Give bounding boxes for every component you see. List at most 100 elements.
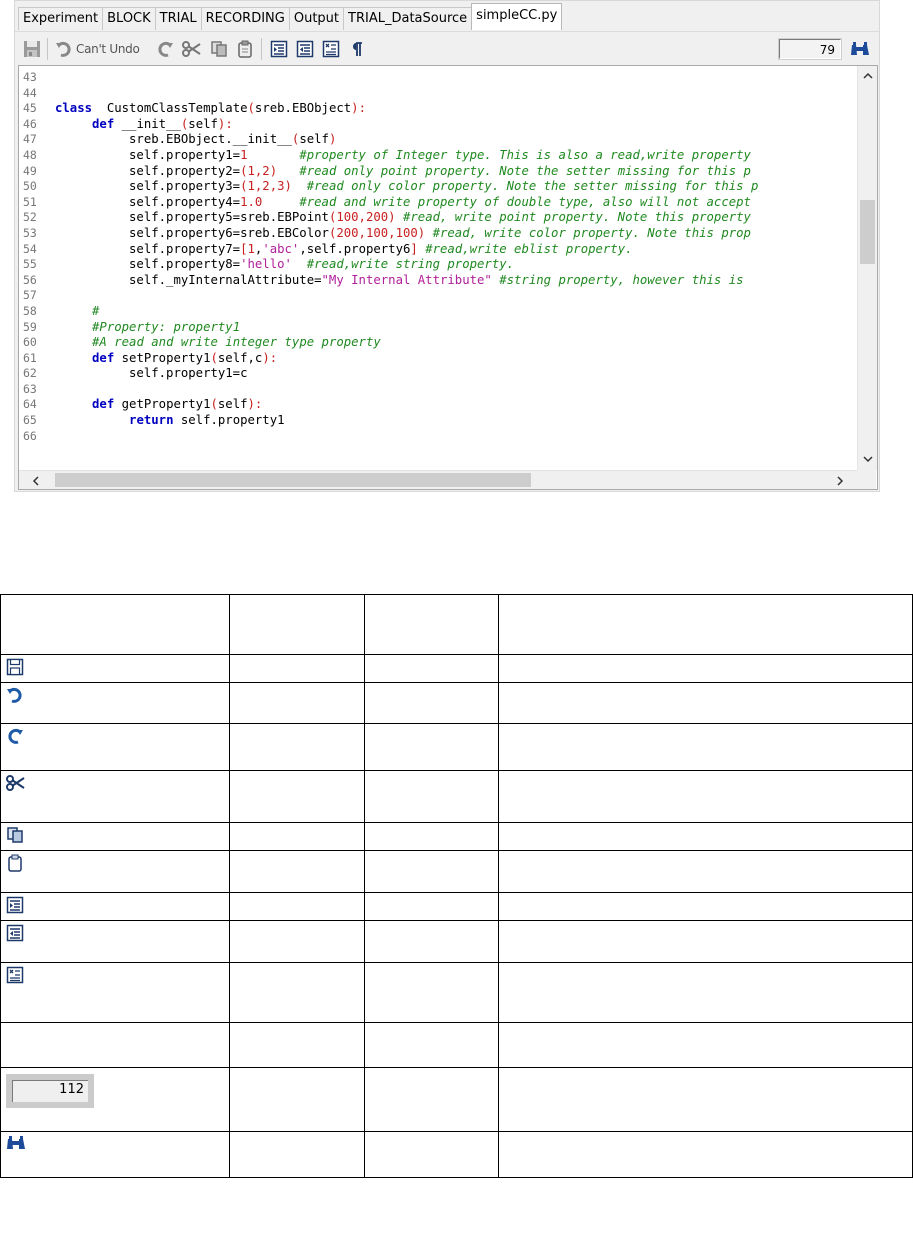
tab-output[interactable]: Output [288, 7, 345, 30]
toolbar-separator [47, 38, 48, 60]
tab-trial-datasource[interactable]: TRIAL_DataSource [343, 7, 473, 30]
description-cell [498, 850, 913, 893]
code-token: ) [388, 210, 396, 225]
scroll-down-arrow-icon[interactable] [859, 451, 876, 468]
code-line[interactable]: def getProperty1(self): [55, 397, 858, 413]
line-number: 58 [23, 303, 37, 318]
code-line[interactable]: self.property6=sreb.EBColor(200,100,100)… [55, 226, 858, 242]
tab-recording[interactable]: RECORDING [200, 7, 290, 30]
tab-experiment[interactable]: Experiment [18, 7, 104, 30]
description-cell [229, 892, 365, 921]
code-token: #read,write eblist property. [425, 241, 633, 256]
description-cell [363, 892, 500, 921]
outdent-button[interactable] [295, 38, 315, 60]
tab-trial[interactable]: TRIAL [154, 7, 202, 30]
code-line[interactable]: self.property8='hello' #read,write strin… [55, 257, 858, 273]
code-line[interactable]: self.property1=c [55, 366, 858, 382]
code-token: #read only color property. Note the sett… [306, 179, 759, 194]
code-lines[interactable]: class CustomClassTemplate(sreb.EBObject)… [55, 70, 858, 444]
table-row: 112 [0, 1067, 913, 1132]
horizontal-scroll-thumb[interactable] [55, 473, 531, 487]
line-number: 53 [23, 225, 37, 240]
code-line[interactable]: self._myInternalAttribute="My Internal A… [55, 273, 858, 289]
code-line[interactable] [55, 70, 858, 86]
scroll-right-arrow-icon[interactable] [832, 472, 849, 489]
table-row [0, 654, 913, 683]
description-cell [498, 822, 913, 851]
code-token: #A read and write integer type property [92, 335, 381, 350]
code-token: #string property, however this is [499, 272, 744, 287]
undo-button[interactable]: Can't Undo [55, 38, 147, 60]
code-line[interactable]: self.property2=(1,2) #read only point pr… [55, 164, 858, 180]
code-line[interactable]: #A read and write integer type property [55, 335, 858, 351]
scroll-up-arrow-icon[interactable] [859, 67, 876, 84]
line-number: 51 [23, 194, 37, 209]
copy-button[interactable] [209, 38, 229, 60]
code-line[interactable] [55, 288, 858, 304]
line-number: 62 [23, 366, 37, 381]
code-token: self,c [217, 350, 263, 365]
line-number: 50 [23, 179, 37, 194]
description-cell [498, 723, 913, 771]
code-line[interactable] [55, 86, 858, 102]
description-cell [363, 822, 500, 851]
indent-button[interactable] [269, 38, 289, 60]
tab-block[interactable]: BLOCK [102, 7, 156, 30]
horizontal-scrollbar[interactable] [19, 470, 857, 489]
cut-button[interactable] [181, 38, 203, 60]
code-token: #read,write string property. [306, 257, 515, 272]
scroll-left-arrow-icon[interactable] [27, 472, 44, 489]
code-line[interactable]: sreb.EBObject.__init__(self) [55, 132, 858, 148]
code-token: self.property4= [55, 194, 241, 209]
code-token: #read, write color property. Note this p… [432, 225, 751, 240]
description-cell [498, 920, 913, 963]
vertical-scroll-thumb[interactable] [860, 200, 875, 264]
line-number-input[interactable]: 79 [779, 39, 841, 59]
code-line[interactable] [55, 429, 858, 445]
line-number: 52 [23, 210, 37, 225]
code-token: #read, write point property. Note this p… [402, 210, 751, 225]
code-line[interactable]: #Property: property1 [55, 320, 858, 336]
code-token: self [299, 132, 329, 147]
description-cell [363, 962, 500, 1023]
save-icon [6, 658, 24, 676]
code-line[interactable]: self.property5=sreb.EBPoint(100,200) #re… [55, 210, 858, 226]
code-line[interactable]: def __init__(self): [55, 117, 858, 133]
editor-toolbar: Can't Undo 79 [15, 31, 879, 64]
code-line[interactable]: class CustomClassTemplate(sreb.EBObject)… [55, 101, 858, 117]
code-line[interactable]: self.property7=[1,'abc',self.property6] … [55, 242, 858, 258]
code-token: 'hello' [240, 257, 292, 272]
code-line[interactable]: self.property1=1 #property of Integer ty… [55, 148, 858, 164]
table-row [0, 770, 913, 823]
code-line[interactable]: def setProperty1(self,c): [55, 351, 858, 367]
description-cell [363, 920, 500, 963]
toolbar-separator [261, 38, 262, 60]
find-button[interactable] [849, 38, 871, 60]
paste-button[interactable] [235, 38, 255, 60]
code-line[interactable]: return self.property1 [55, 413, 858, 429]
code-line[interactable]: self.property4=1.0 #read and write prope… [55, 195, 858, 211]
show-whitespace-button[interactable] [347, 38, 367, 60]
cut-icon [6, 775, 25, 791]
code-editor[interactable]: 43 44 45 46 47 48 49 50 51 52 53 54 55 56 57 58 59 60 61 62… [18, 65, 878, 490]
code-token: 1.0 [240, 194, 263, 209]
line-number: 49 [23, 163, 37, 178]
redo-button[interactable] [155, 38, 175, 60]
icon-cell [0, 850, 231, 893]
code-token: ) [269, 163, 278, 178]
description-cell [229, 594, 365, 655]
save-button[interactable] [22, 38, 42, 60]
comment-button[interactable] [321, 38, 341, 60]
code-line[interactable]: # [55, 304, 858, 320]
line-number: 45 [23, 101, 37, 116]
code-token: ( [240, 163, 248, 178]
tab-simplecc-py[interactable]: simpleCC.py [471, 3, 563, 30]
code-line[interactable]: self.property3=(1,2,3) #read only color … [55, 179, 858, 195]
line-number: 64 [23, 397, 37, 412]
table-row [0, 1022, 913, 1068]
code-token: return [129, 413, 174, 428]
vertical-scrollbar[interactable] [857, 66, 877, 470]
code-line[interactable] [55, 382, 858, 398]
